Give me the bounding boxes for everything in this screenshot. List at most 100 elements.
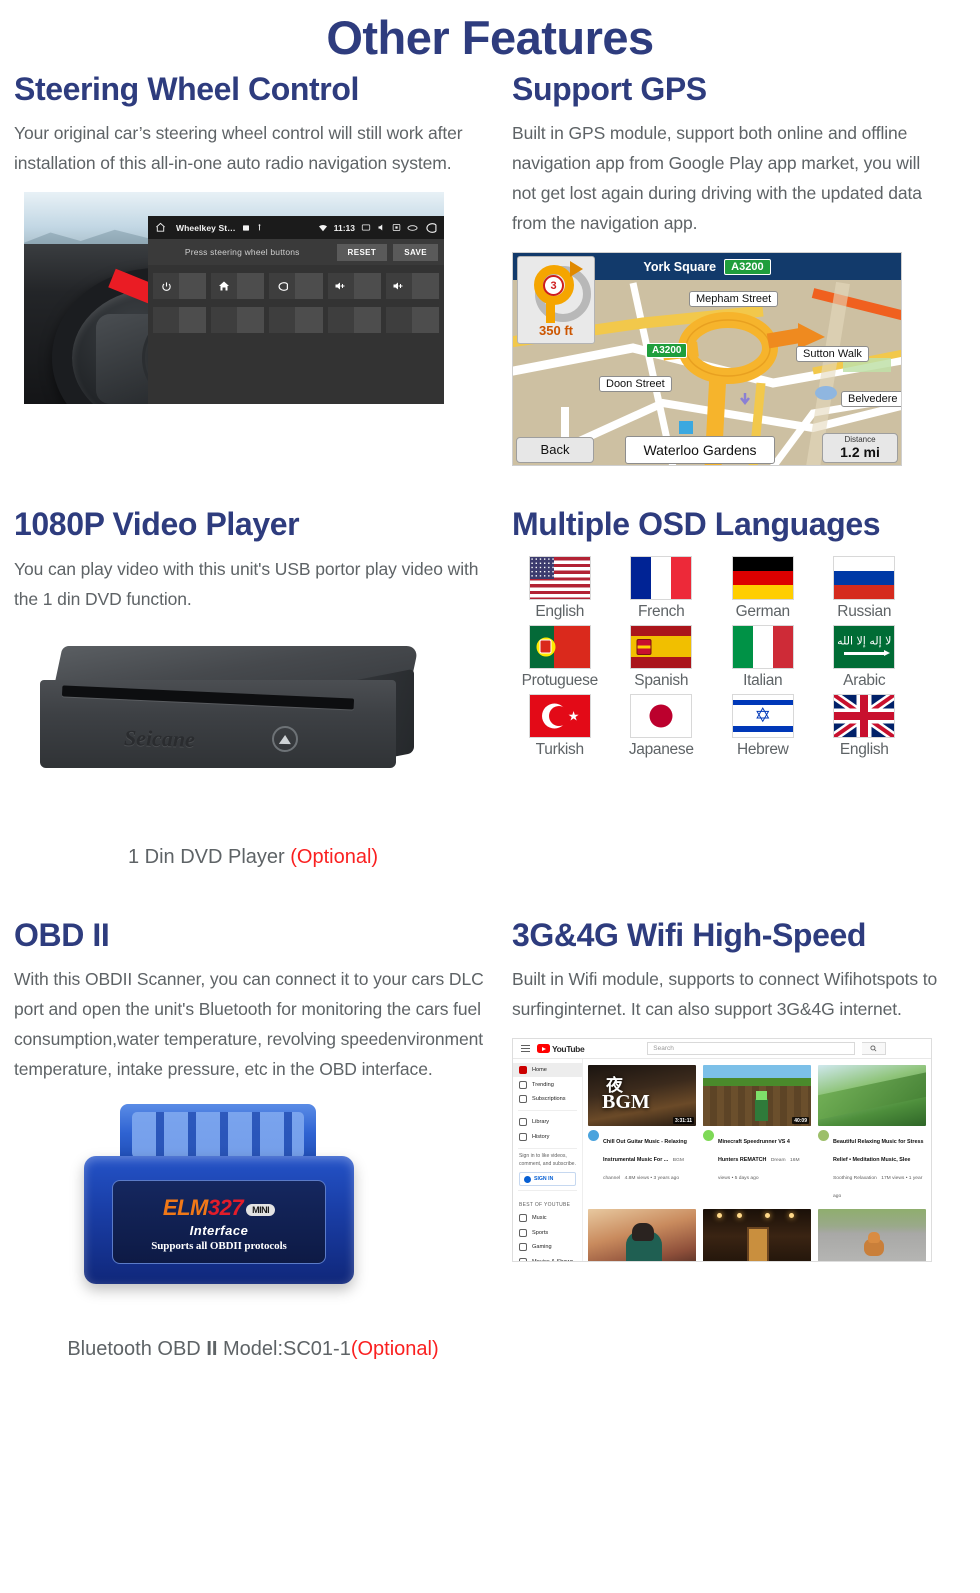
home-icon[interactable]	[155, 222, 166, 233]
volume-up-icon	[385, 273, 412, 300]
video-meta: Beautiful Relaxing Music for Stress Reli…	[818, 1130, 926, 1202]
flag-japan-icon	[630, 693, 693, 738]
language-item-arabic: لا إله إلا الله Arabic	[817, 624, 913, 690]
caption-text: 1 Din DVD Player	[127, 845, 291, 868]
language-label: Turkish	[535, 740, 584, 758]
video-duration: 3:31:11	[673, 1117, 694, 1125]
key-slot[interactable]	[269, 307, 323, 334]
features-grid: Steering Wheel Control Your original car…	[0, 71, 980, 1361]
sidebar-divider	[518, 1147, 577, 1149]
youtube-logo[interactable]: YouTube	[537, 1043, 585, 1054]
android-action-bar: Press steering wheel buttons RESET SAVE	[148, 239, 444, 266]
video-thumbnail[interactable]: 40:09	[703, 1065, 811, 1127]
sidebar-item-library[interactable]: Library	[513, 1115, 582, 1129]
language-label: Russian	[837, 602, 892, 620]
search-input[interactable]: Search	[647, 1042, 856, 1056]
sidebar-item-history[interactable]: History	[513, 1130, 582, 1144]
flag-italy-icon	[731, 624, 794, 669]
nav-label: Music	[532, 1215, 547, 1222]
key-home[interactable]	[211, 273, 265, 300]
language-label: Protuguese	[521, 671, 599, 689]
sidebar-item-music[interactable]: Music	[513, 1211, 582, 1225]
sign-in-button[interactable]: SIGN IN	[519, 1172, 576, 1187]
signin-prompt: Sign in to like videos, comment, and sub…	[519, 1152, 576, 1167]
device-label: ELM327 MINI Interface Supports all OBDII …	[112, 1180, 326, 1265]
sidebar-divider	[518, 1190, 577, 1192]
screenshot-icon[interactable]	[361, 223, 371, 232]
distance-value: 1.2 mi	[840, 444, 880, 461]
video-card[interactable]: 2:00:01 Lofi hip hop mix - Beats to Rela…	[588, 1209, 696, 1262]
gps-navigation-screenshot: York Square A3200 3 350 ft Mepham Street…	[512, 252, 902, 467]
video-thumbnail[interactable]	[818, 1209, 926, 1262]
video-card[interactable]: 40:09 Minecraft Speedrunner VS 4 Hunters…	[703, 1065, 811, 1202]
logo-wordmark: YouTube	[552, 1043, 585, 1054]
sidebar-item-subscriptions[interactable]: Subscriptions	[513, 1092, 582, 1106]
flag-spain-icon	[630, 624, 693, 669]
search-button[interactable]	[862, 1042, 887, 1056]
key-power[interactable]	[153, 273, 207, 300]
feature-title: Steering Wheel Control	[14, 71, 359, 107]
usb-icon	[256, 223, 263, 232]
map-label: Belvedere R	[841, 391, 901, 408]
app-title: Wheelkey St…	[176, 222, 236, 233]
language-item-russian: Russian	[817, 555, 913, 621]
language-item-italian: Italian	[715, 624, 811, 690]
steering-wheel-media: Wheelkey St… 11:13 Press steering wheel …	[14, 192, 492, 405]
language-item-french: French	[614, 555, 710, 621]
language-item-hebrew: ✡ Hebrew	[715, 693, 811, 759]
key-slot[interactable]	[211, 307, 265, 334]
save-button[interactable]: SAVE	[393, 243, 438, 261]
video-card[interactable]: Shiba Dog finds his master	[818, 1209, 926, 1262]
sidebar-item-sports[interactable]: Sports	[513, 1226, 582, 1240]
hamburger-menu-icon[interactable]	[521, 1044, 530, 1053]
gaming-icon	[519, 1243, 527, 1252]
mute-icon[interactable]	[377, 223, 386, 232]
nav-label: Library	[532, 1119, 550, 1126]
feature-wifi: 3G&4G Wifi High-Speed Built in Wifi modu…	[512, 869, 964, 1361]
key-slot[interactable]	[153, 307, 207, 334]
video-meta: Minecraft Speedrunner VS 4 Hunters REMAT…	[703, 1130, 811, 1184]
connector-pins	[132, 1112, 304, 1159]
sidebar-item-gaming[interactable]: Gaming	[513, 1240, 582, 1254]
sidebar-divider	[518, 1110, 577, 1112]
screen-icon[interactable]	[392, 223, 401, 232]
video-thumbnail[interactable]	[818, 1065, 926, 1127]
video-card[interactable]: Beautiful Relaxing Music for Stress Reli…	[818, 1065, 926, 1202]
back-button[interactable]: Back	[516, 437, 594, 464]
video-thumbnail[interactable]: 8:03:01	[703, 1209, 811, 1262]
reset-button[interactable]: RESET	[336, 243, 388, 261]
video-meta: Chill Out Guitar Music - Relaxing Instru…	[588, 1130, 696, 1184]
sidebar-item-trending[interactable]: Trending	[513, 1077, 582, 1091]
key-volume-up-1[interactable]	[327, 273, 381, 300]
feature-osd-languages: Multiple OSD Languages English French Ge…	[512, 466, 964, 868]
brand-logo: Seicane	[123, 724, 196, 752]
back-icon[interactable]	[424, 222, 437, 233]
music-icon	[519, 1214, 527, 1223]
feature-obd-ii: OBD II With this OBDII Scanner, you can …	[14, 869, 512, 1361]
obd-caption: Bluetooth OBD II Model:SC01-1(Optional)	[14, 1338, 492, 1361]
dvd-caption: 1 Din DVD Player (Optional)	[14, 846, 492, 869]
key-volume-up-2[interactable]	[385, 273, 440, 300]
flag-uk-icon	[833, 693, 896, 738]
video-card[interactable]: 8:03:01 Cozy Fall Coffee Shop Ambience:	[703, 1209, 811, 1262]
feature-video-player: 1080P Video Player You can play video wi…	[14, 466, 512, 868]
video-card[interactable]: 夜 BGM 3:31:11 Chill Out Guitar Music - R…	[588, 1065, 696, 1202]
recent-apps-icon[interactable]	[407, 224, 418, 232]
sidebar-item-movies[interactable]: Movies & Shows	[513, 1254, 582, 1262]
key-slot[interactable]	[327, 307, 381, 334]
video-thumbnail[interactable]: 2:00:01	[588, 1209, 696, 1262]
optional-tag: (Optional)	[350, 1338, 439, 1361]
youtube-sidebar: Home Trending Subscriptions Library Hist…	[513, 1059, 583, 1262]
feature-title: Multiple OSD Languages	[512, 506, 881, 543]
nav-label: Gaming	[532, 1244, 552, 1251]
brand-elm: ELM	[162, 1194, 208, 1220]
video-thumbnail[interactable]: 夜 BGM 3:31:11	[588, 1065, 696, 1127]
route-badge: A3200	[724, 258, 771, 275]
steering-wheel-photo: Wheelkey St… 11:13 Press steering wheel …	[24, 192, 444, 405]
key-back[interactable]	[269, 273, 323, 300]
destination-label: Waterloo Gardens	[625, 436, 775, 465]
sidebar-item-home[interactable]: Home	[513, 1063, 582, 1078]
channel-name: Soothing Relaxation	[833, 1176, 877, 1182]
key-slot[interactable]	[385, 307, 440, 334]
language-label: German	[735, 602, 791, 620]
